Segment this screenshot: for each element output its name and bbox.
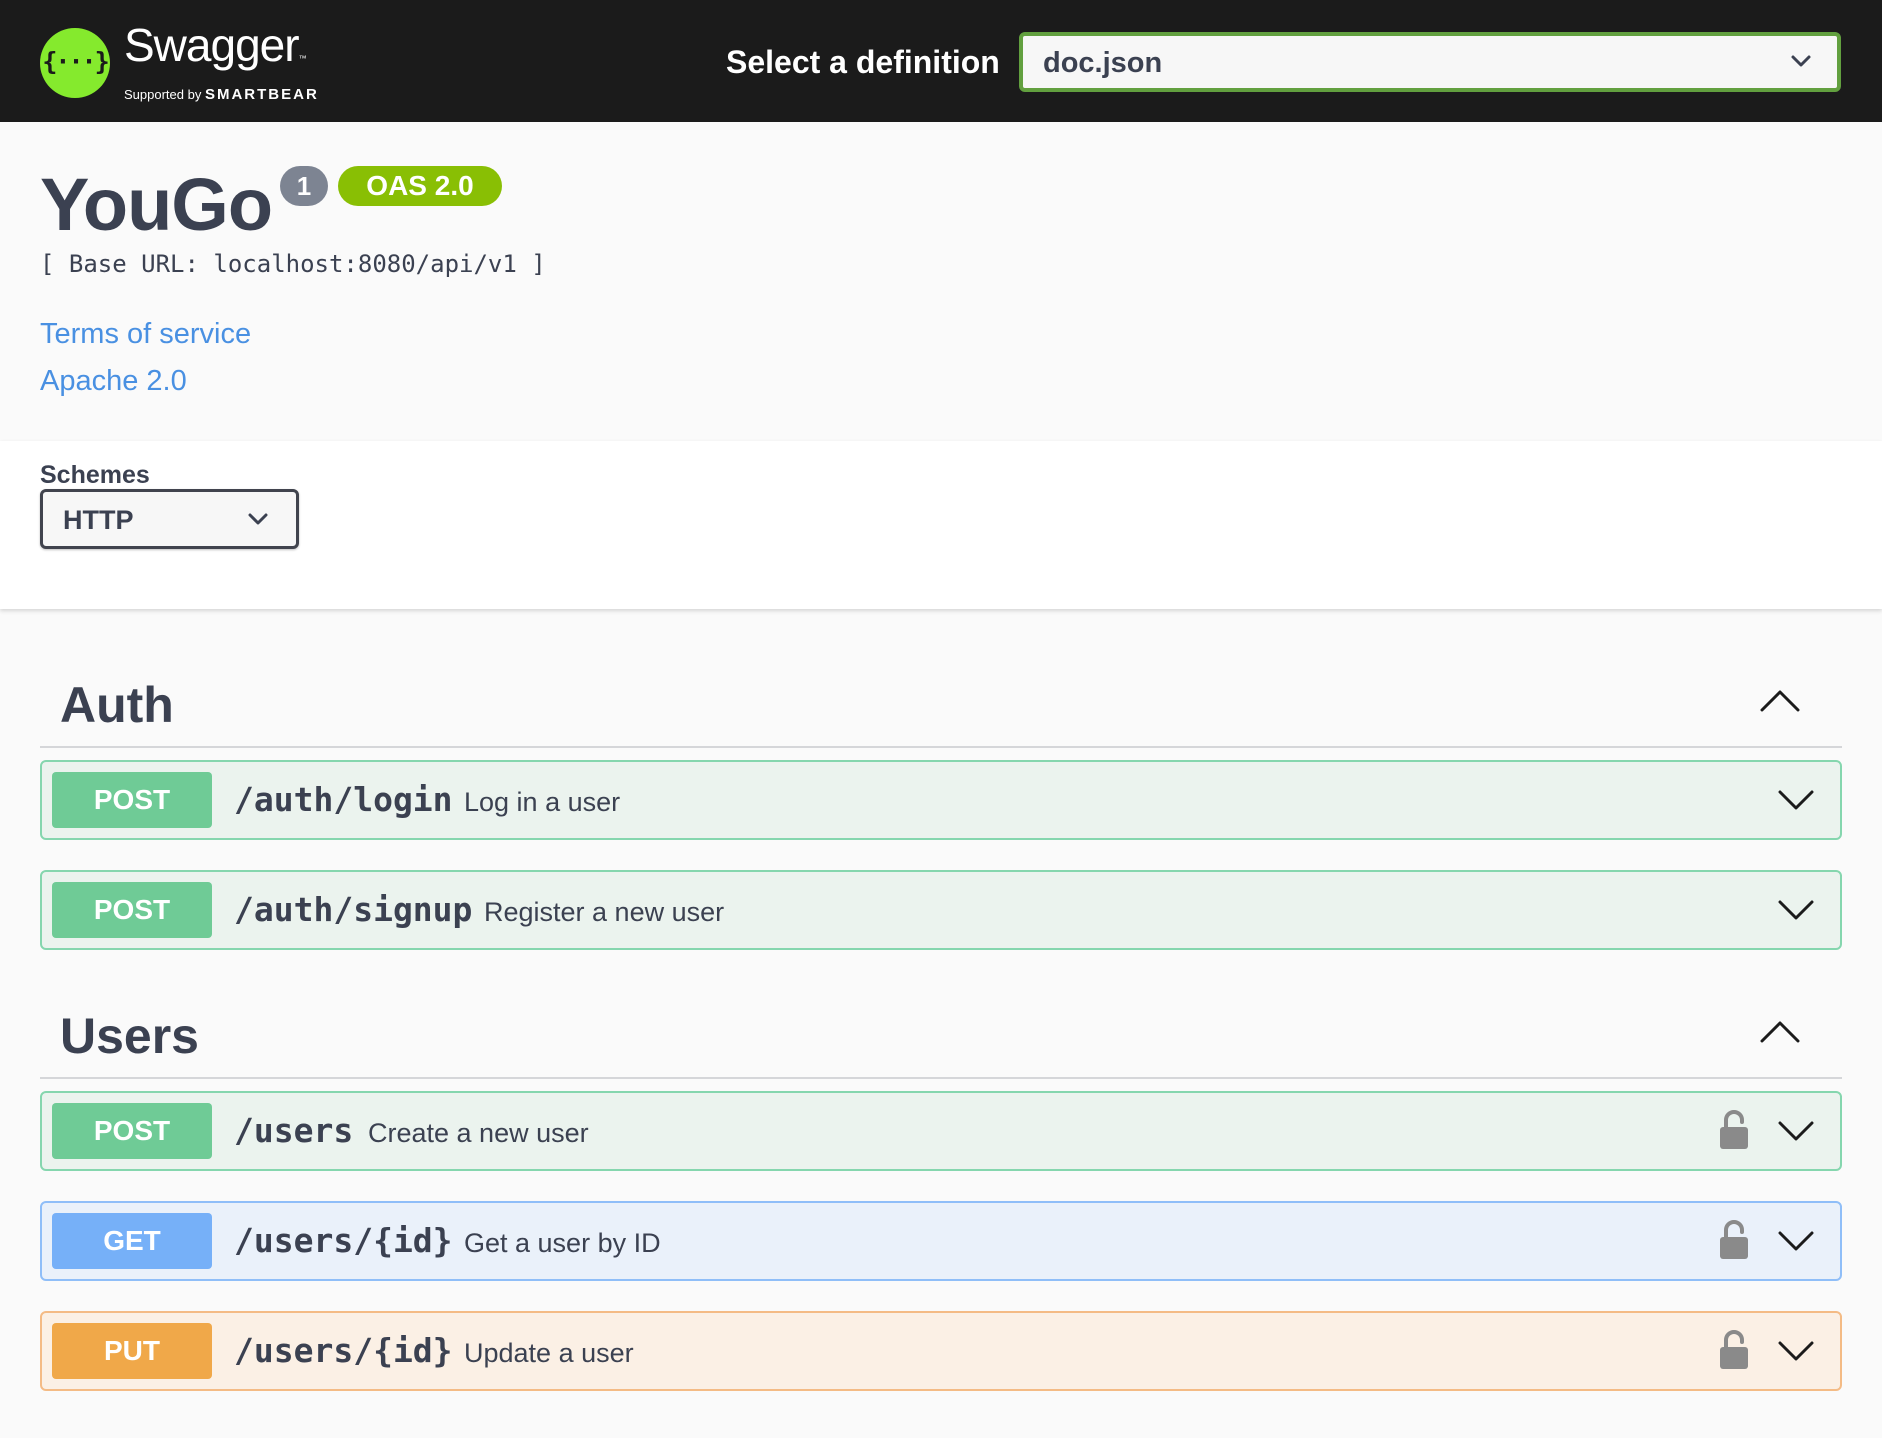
operation-path: /users/{id} [234, 1221, 453, 1260]
method-badge: POST [52, 772, 212, 828]
logo-subtitle: Supported by SMARTBEAR [124, 86, 319, 103]
method-badge: POST [52, 1103, 212, 1159]
operation-summary: Get a user by ID [464, 1228, 661, 1258]
operation-post-auth-signup[interactable]: POST /auth/signup Register a new user [40, 870, 1842, 950]
version-badge: 1 [280, 166, 328, 206]
license-link[interactable]: Apache 2.0 [40, 365, 187, 398]
operation-summary: Update a user [464, 1338, 634, 1368]
api-info: YouGo 1 OAS 2.0 [ Base URL: localhost:80… [40, 160, 546, 397]
logo-name: Swagger™ [124, 19, 307, 71]
method-badge: GET [52, 1213, 212, 1269]
operation-post-users[interactable]: POST /users Create a new user [40, 1091, 1842, 1171]
lock-open-icon[interactable] [1718, 1219, 1750, 1261]
tag-header-users[interactable]: Users [40, 987, 1842, 1079]
tag-name: Users [60, 1008, 199, 1064]
tag-name: Auth [60, 677, 174, 733]
oas-badge: OAS 2.0 [338, 166, 502, 206]
operation-post-auth-login[interactable]: POST /auth/login Log in a user [40, 760, 1842, 840]
chevron-down-icon [1791, 55, 1811, 67]
schemes-label: Schemes [40, 461, 150, 489]
operation-path: /auth/signup [234, 890, 473, 929]
definition-select[interactable]: doc.json [1019, 32, 1841, 92]
logo-text: Swagger™ Supported by SMARTBEAR [124, 22, 319, 103]
operation-path: /auth/login [234, 780, 453, 819]
method-badge: PUT [52, 1323, 212, 1379]
operation-summary: Register a new user [484, 897, 725, 927]
schemes-select-value: HTTP [63, 505, 134, 535]
chevron-down-icon[interactable] [1776, 784, 1816, 816]
operation-put-user-by-id[interactable]: PUT /users/{id} Update a user [40, 1311, 1842, 1391]
schemes-section: Schemes HTTP [0, 441, 1882, 609]
chevron-up-icon[interactable] [1758, 1017, 1802, 1047]
chevron-up-icon[interactable] [1758, 686, 1802, 716]
lock-open-icon[interactable] [1718, 1109, 1750, 1151]
operation-path: /users/{id} [234, 1331, 453, 1370]
operation-summary: Create a new user [368, 1118, 589, 1148]
operation-path: /users [234, 1111, 354, 1150]
chevron-down-icon[interactable] [1776, 1335, 1816, 1367]
definition-select-value: doc.json [1043, 47, 1163, 79]
definition-label: Select a definition [726, 44, 1000, 80]
schemes-select[interactable]: HTTP [40, 489, 299, 549]
lock-open-icon[interactable] [1718, 1329, 1750, 1371]
chevron-down-icon[interactable] [1776, 1225, 1816, 1257]
chevron-down-icon[interactable] [1776, 1115, 1816, 1147]
method-badge: POST [52, 882, 212, 938]
chevron-down-icon[interactable] [1776, 894, 1816, 926]
operation-get-user-by-id[interactable]: GET /users/{id} Get a user by ID [40, 1201, 1842, 1281]
tag-header-auth[interactable]: Auth [40, 656, 1842, 748]
logo-brand: SMARTBEAR [204, 86, 319, 103]
swagger-logo-icon: {···} [40, 27, 110, 98]
topbar: {···} Swagger™ Supported by SMARTBEAR Se… [0, 0, 1882, 122]
chevron-down-icon [248, 513, 268, 525]
base-url: [ Base URL: localhost:8080/api/v1 ] [40, 250, 546, 278]
operation-summary: Log in a user [464, 787, 621, 817]
terms-of-service-link[interactable]: Terms of service [40, 318, 251, 351]
swagger-logo[interactable]: {···} Swagger™ Supported by SMARTBEAR [40, 22, 319, 103]
